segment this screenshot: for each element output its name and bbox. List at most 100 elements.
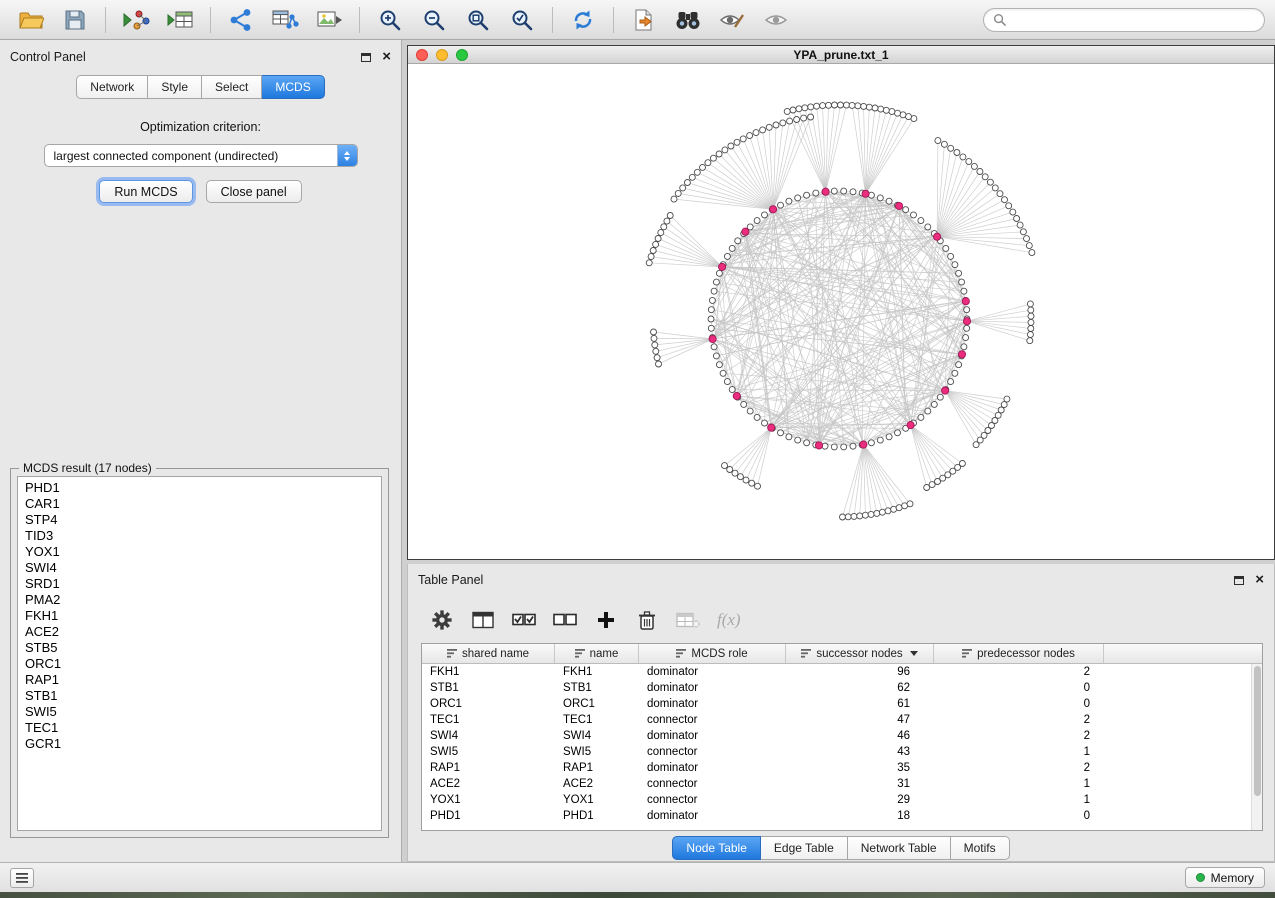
tab-select[interactable]: Select [202,75,262,99]
table-cell[interactable]: YOX1 [555,792,639,808]
network-canvas[interactable] [408,64,1274,559]
float-panel-icon[interactable] [361,53,371,62]
table-cell[interactable]: 1 [934,792,1104,808]
mcds-node-item[interactable]: GCR1 [18,736,381,752]
network-table-button[interactable] [264,4,306,36]
global-search[interactable] [983,8,1265,32]
table-cell[interactable]: dominator [639,760,786,776]
mcds-node-item[interactable]: STB1 [18,688,381,704]
table-cell[interactable] [1104,728,1262,744]
column-header-shared-name[interactable]: shared name [422,644,555,663]
table-cell[interactable] [1104,760,1262,776]
table-cell[interactable]: ORC1 [555,696,639,712]
table-cell[interactable]: dominator [639,680,786,696]
table-cell[interactable]: YOX1 [422,792,555,808]
table-row[interactable]: STB1STB1dominator620 [422,680,1262,696]
table-row[interactable]: SWI5SWI5connector431 [422,744,1262,760]
memory-button[interactable]: Memory [1185,867,1265,888]
table-cell[interactable]: RAP1 [422,760,555,776]
show-columns-button[interactable] [471,608,495,632]
table-cell[interactable]: 2 [934,760,1104,776]
new-network-button[interactable] [220,4,262,36]
table-cell[interactable]: SWI4 [422,728,555,744]
table-cell[interactable]: dominator [639,728,786,744]
table-settings-button[interactable] [430,608,454,632]
add-column-button[interactable] [594,608,618,632]
table-cell[interactable]: 47 [786,712,934,728]
table-cell[interactable]: dominator [639,808,786,824]
mcds-result-list[interactable]: PHD1CAR1STP4TID3YOX1SWI4SRD1PMA2FKH1ACE2… [17,476,382,831]
table-cell[interactable]: 29 [786,792,934,808]
mcds-node-item[interactable]: RAP1 [18,672,381,688]
table-cell[interactable] [1104,808,1262,824]
mcds-node-item[interactable]: PMA2 [18,592,381,608]
mcds-node-item[interactable]: CAR1 [18,496,381,512]
zoom-out-button[interactable] [413,4,455,36]
float-table-panel-icon[interactable] [1234,576,1244,585]
select-all-button[interactable] [512,608,536,632]
table-cell[interactable]: connector [639,744,786,760]
mcds-node-item[interactable]: SWI5 [18,704,381,720]
hide-details-button[interactable] [755,4,797,36]
table-cell[interactable] [1104,680,1262,696]
import-table-button[interactable] [159,4,201,36]
table-cell[interactable]: SWI5 [555,744,639,760]
table-cell[interactable]: ACE2 [555,776,639,792]
tab-motifs[interactable]: Motifs [951,836,1010,860]
run-mcds-button[interactable]: Run MCDS [99,180,192,203]
close-window-icon[interactable] [416,49,428,61]
table-cell[interactable] [1104,696,1262,712]
mcds-node-item[interactable]: ACE2 [18,624,381,640]
table-cell[interactable]: PHD1 [422,808,555,824]
table-cell[interactable] [1104,792,1262,808]
network-graph[interactable] [408,64,1274,559]
column-header-name[interactable]: name [555,644,639,663]
table-cell[interactable] [1104,744,1262,760]
table-cell[interactable]: TEC1 [555,712,639,728]
maximize-window-icon[interactable] [456,49,468,61]
status-menu-button[interactable] [10,868,34,888]
mcds-node-item[interactable]: YOX1 [18,544,381,560]
table-cell[interactable]: SWI4 [555,728,639,744]
mcds-node-item[interactable]: ORC1 [18,656,381,672]
delete-column-button[interactable] [635,608,659,632]
table-cell[interactable]: 0 [934,680,1104,696]
table-row[interactable]: YOX1YOX1connector291 [422,792,1262,808]
graphics-details-button[interactable] [711,4,753,36]
table-cell[interactable]: 2 [934,664,1104,680]
search-network-button[interactable] [667,4,709,36]
export-image-button[interactable] [308,4,350,36]
table-cell[interactable]: connector [639,712,786,728]
table-cell[interactable]: dominator [639,696,786,712]
table-cell[interactable]: 1 [934,744,1104,760]
table-cell[interactable]: ORC1 [422,696,555,712]
mcds-node-item[interactable]: STP4 [18,512,381,528]
close-panel-icon[interactable]: × [382,52,391,62]
table-cell[interactable]: 2 [934,728,1104,744]
scrollbar-thumb[interactable] [1254,666,1261,796]
close-table-panel-icon[interactable]: × [1255,575,1264,585]
table-cell[interactable]: SWI5 [422,744,555,760]
table-row[interactable]: RAP1RAP1dominator352 [422,760,1262,776]
table-cell[interactable]: TEC1 [422,712,555,728]
tab-network-table[interactable]: Network Table [848,836,951,860]
table-cell[interactable]: STB1 [422,680,555,696]
minimize-window-icon[interactable] [436,49,448,61]
close-panel-button[interactable]: Close panel [206,180,302,203]
table-row[interactable]: ORC1ORC1dominator610 [422,696,1262,712]
column-header-successor-nodes[interactable]: successor nodes [786,644,934,663]
tab-network[interactable]: Network [76,75,148,99]
mcds-node-item[interactable]: FKH1 [18,608,381,624]
table-cell[interactable]: 43 [786,744,934,760]
table-cell[interactable]: ACE2 [422,776,555,792]
table-cell[interactable]: 61 [786,696,934,712]
tab-mcds[interactable]: MCDS [262,75,324,99]
table-row[interactable]: FKH1FKH1dominator962 [422,664,1262,680]
table-cell[interactable]: connector [639,792,786,808]
tab-edge-table[interactable]: Edge Table [761,836,848,860]
deselect-all-button[interactable] [553,608,577,632]
table-cell[interactable]: 96 [786,664,934,680]
table-cell[interactable]: 2 [934,712,1104,728]
tab-style[interactable]: Style [148,75,202,99]
column-header-predecessor-nodes[interactable]: predecessor nodes [934,644,1104,663]
